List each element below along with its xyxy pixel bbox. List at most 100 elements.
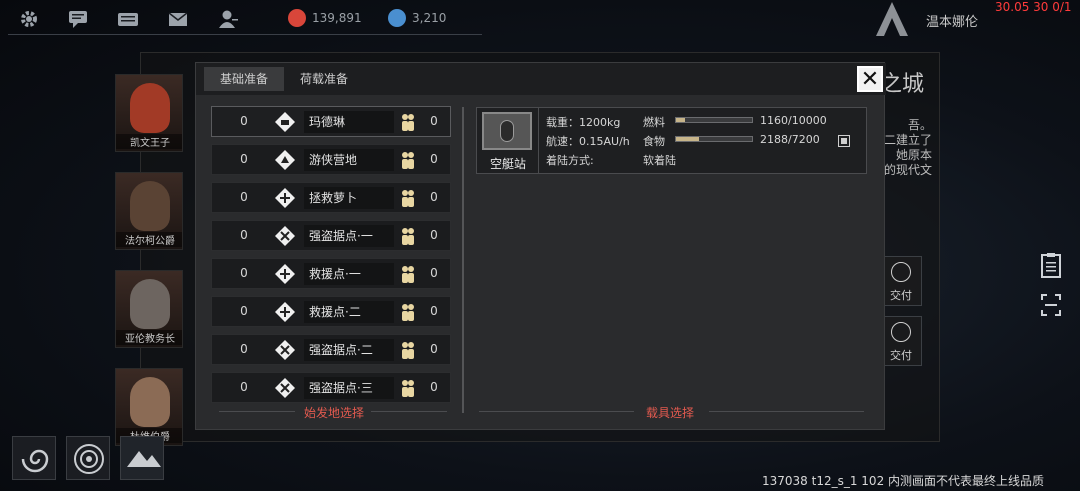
character-card[interactable]: 凯文王子 (115, 74, 183, 152)
speed-stat: 航速：0.15AU/h (546, 133, 630, 149)
location-row[interactable]: 0 强盗据点·一 0 (211, 220, 451, 251)
coin-icon (288, 9, 306, 27)
location-row[interactable]: 0 救援点·二 0 (211, 296, 451, 327)
character-card[interactable]: 法尔柯公爵 (115, 172, 183, 250)
debug-info: 30.05 30 0/1 (995, 0, 1072, 14)
vehicle-card[interactable]: 空艇站 载重：1200kg 航速：0.15AU/h 着陆方式: 软着陆 燃料 1… (476, 107, 867, 174)
location-name: 拯救萝卜 (304, 187, 394, 209)
deliver-label: 交付 (890, 289, 912, 302)
galaxy-icon (21, 449, 49, 473)
galaxy-button[interactable] (12, 436, 56, 480)
fuel-bar (675, 117, 753, 123)
location-right-count: 0 (430, 342, 438, 356)
food-value: 2188/7200 (760, 133, 820, 146)
location-right-count: 0 (430, 114, 438, 128)
top-bar-divider (8, 34, 482, 35)
location-row[interactable]: 0 强盗据点·三 0 (211, 372, 451, 403)
location-right-count: 0 (430, 304, 438, 318)
food-label: 食物 (643, 135, 665, 148)
location-name: 强盗据点·三 (304, 377, 394, 399)
location-row[interactable]: 0 拯救萝卜 0 (211, 182, 451, 213)
tab-load-prep[interactable]: 荷载准备 (284, 67, 364, 91)
location-left-count: 0 (240, 304, 248, 318)
people-icon (400, 227, 416, 245)
deliver-button[interactable]: 交付 (880, 316, 922, 366)
character-portrait (130, 279, 170, 329)
location-right-count: 0 (430, 228, 438, 242)
keyboard-icon[interactable] (117, 8, 139, 30)
gear-icon[interactable] (18, 8, 40, 30)
footer-divider (709, 411, 864, 412)
player-name[interactable]: 温本娜伦 (926, 11, 978, 30)
location-name: 救援点·二 (304, 301, 394, 323)
location-name: 救援点·一 (304, 263, 394, 285)
close-button[interactable]: ✕ (857, 66, 883, 92)
load-value: 1200kg (579, 116, 621, 129)
location-diamond-icon (274, 111, 296, 133)
airship-icon (482, 112, 532, 150)
chat-icon[interactable] (67, 8, 89, 30)
deliver-label: 交付 (890, 349, 912, 362)
people-icon (400, 189, 416, 207)
gem-value: 3,210 (412, 11, 447, 25)
character-name: 凯文王子 (116, 134, 182, 149)
footer-divider (219, 411, 295, 412)
location-right-count: 0 (430, 380, 438, 394)
fuel-bar-fill (676, 118, 685, 122)
deliver-icon (891, 322, 911, 342)
location-left-count: 0 (240, 152, 248, 166)
deliver-button[interactable]: 交付 (880, 256, 922, 306)
location-row[interactable]: 0 救援点·一 0 (211, 258, 451, 289)
food-bar (675, 136, 753, 142)
landing-value: 软着陆 (643, 154, 676, 167)
terrain-button[interactable] (120, 436, 164, 480)
people-icon (400, 341, 416, 359)
friends-icon[interactable] (217, 8, 239, 30)
character-card[interactable]: 亚伦教务长 (115, 270, 183, 348)
location-row[interactable]: 0 游侠营地 0 (211, 144, 451, 175)
scan-icon[interactable] (1040, 292, 1062, 318)
character-card[interactable]: 杜维伯爵 (115, 368, 183, 446)
logo-icon (872, 0, 912, 36)
people-icon (400, 151, 416, 169)
location-left-count: 0 (240, 342, 248, 356)
clipboard-icon[interactable] (1040, 252, 1062, 278)
location-name: 强盗据点·二 (304, 339, 394, 361)
location-name: 强盗据点·一 (304, 225, 394, 247)
build-watermark: 137038 t12_s_1 102 内测画面不代表最终上线品质 (762, 474, 1045, 488)
location-row[interactable]: 0 玛德琳 0 (211, 106, 451, 137)
coin-counter: 139,891 (288, 9, 362, 27)
vehicle-select-checkbox[interactable] (838, 135, 850, 147)
people-icon (400, 265, 416, 283)
tab-basic-prep[interactable]: 基础准备 (204, 67, 285, 91)
character-portrait (130, 377, 170, 427)
location-left-count: 0 (240, 228, 248, 242)
vehicle-select-label: 载具选择 (646, 406, 695, 420)
location-right-count: 0 (430, 152, 438, 166)
expedition-prep-dialog: 基础准备 荷载准备 ✕ 0 玛德琳 0 0 游侠营地 0 0 拯救萝卜 0 0 (195, 62, 886, 430)
location-diamond-icon (274, 263, 296, 285)
character-portrait (130, 181, 170, 231)
orbit-button[interactable] (66, 436, 110, 480)
location-row[interactable]: 0 强盗据点·二 0 (211, 334, 451, 365)
location-left-count: 0 (240, 114, 248, 128)
tab-bar: 基础准备 荷载准备 ✕ (196, 63, 886, 95)
mail-icon[interactable] (167, 8, 189, 30)
character-name: 法尔柯公爵 (116, 232, 182, 247)
location-diamond-icon (274, 187, 296, 209)
location-diamond-icon (274, 225, 296, 247)
people-icon (400, 379, 416, 397)
speed-label: 航速： (546, 135, 579, 148)
location-diamond-icon (274, 301, 296, 323)
city-title: 之城 (880, 72, 925, 97)
mountain-icon (127, 451, 161, 467)
people-icon (400, 113, 416, 131)
gem-counter: 3,210 (388, 9, 446, 27)
deliver-icon (891, 262, 911, 282)
location-diamond-icon (274, 339, 296, 361)
location-diamond-icon (274, 149, 296, 171)
vehicle-thumbnail[interactable]: 空艇站 (477, 108, 539, 173)
load-stat: 载重：1200kg (546, 114, 620, 130)
character-portrait (130, 83, 170, 133)
location-name: 游侠营地 (304, 149, 394, 171)
